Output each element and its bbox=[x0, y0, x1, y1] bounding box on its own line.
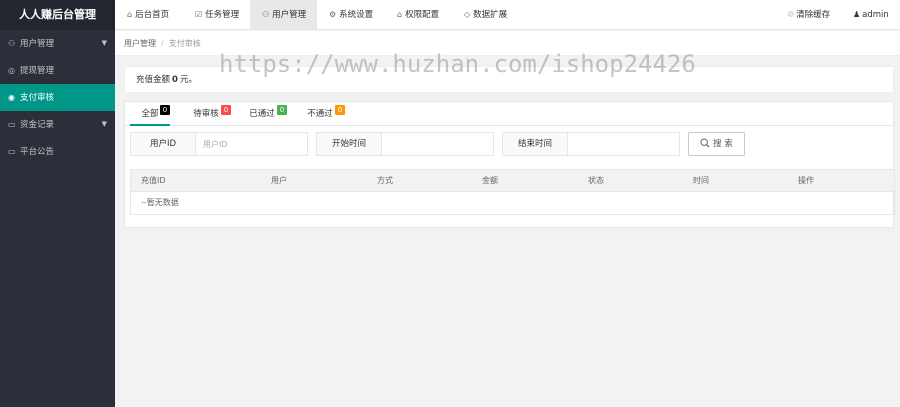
nav-tab-label: 后台首页 bbox=[135, 10, 170, 20]
nav-tab-1[interactable]: ☑ 任务管理 bbox=[183, 0, 250, 30]
clear-cache-button[interactable]: ♲ 清除缓存 bbox=[787, 0, 830, 30]
end-time-field: 结束时间 bbox=[502, 132, 680, 156]
sidebar-item-4[interactable]: ▭ 平台公告 bbox=[0, 138, 115, 165]
status-tab-1[interactable]: 待审核 0 bbox=[181, 102, 231, 126]
count-badge: 0 bbox=[221, 105, 231, 115]
sidebar-item-label: 提现管理 bbox=[20, 66, 55, 76]
nav-tab-label: 用户管理 bbox=[272, 10, 307, 20]
sidebar-item-0[interactable]: ⚇ 用户管理 ▼ bbox=[0, 30, 115, 57]
gear-icon: ⚙ bbox=[329, 10, 337, 19]
user-icon: ♟ bbox=[853, 10, 861, 19]
breadcrumb-separator: / bbox=[161, 39, 164, 48]
start-time-label: 开始时间 bbox=[317, 133, 382, 155]
status-tab-label: 不通过 bbox=[307, 109, 333, 119]
search-label: 搜 索 bbox=[713, 139, 733, 149]
column-header: 状态 bbox=[588, 176, 604, 185]
start-time-field: 开始时间 bbox=[316, 132, 494, 156]
top-nav: ⌂ 后台首页 ☑ 任务管理 ⚇ 用户管理 ⚙ 系统设置 ⌂ 权限配置 ◇ 数据扩展 ♲ 清除缓存 ♟ ad… bbox=[115, 0, 900, 30]
sidebar-item-label: 支付审核 bbox=[20, 93, 55, 103]
user-id-label: 用户ID bbox=[131, 133, 196, 155]
announcement-icon: ▭ bbox=[8, 147, 16, 156]
username: admin bbox=[862, 10, 889, 20]
payment-table: 充值ID 用户 方式 金额 状态 时间 操作 --暂无数据 bbox=[130, 169, 895, 215]
status-tabbar: 全部 0 待审核 0 已通过 0 不通过 0 bbox=[125, 102, 893, 126]
user-id-field: 用户ID bbox=[130, 132, 308, 156]
empty-state: --暂无数据 bbox=[141, 198, 179, 207]
funds-icon: ▭ bbox=[8, 120, 16, 129]
column-header: 操作 bbox=[798, 176, 814, 185]
recharge-summary: 充值金额 0 元。 bbox=[124, 66, 894, 93]
nav-tab-3[interactable]: ⚙ 系统设置 bbox=[317, 0, 385, 30]
column-header: 金额 bbox=[482, 176, 498, 185]
search-button[interactable]: 搜 索 bbox=[688, 132, 745, 156]
user-id-input[interactable] bbox=[197, 133, 307, 155]
nav-tab-4[interactable]: ⌂ 权限配置 bbox=[385, 0, 452, 30]
nav-tab-5[interactable]: ◇ 数据扩展 bbox=[452, 0, 520, 30]
lock-icon: ⌂ bbox=[397, 10, 403, 19]
sidebar-item-2[interactable]: ◉ 支付审核 bbox=[0, 84, 115, 111]
count-badge: 0 bbox=[277, 105, 287, 115]
diamond-icon: ◇ bbox=[464, 10, 471, 19]
status-tab-label: 待审核 bbox=[193, 109, 219, 119]
table-header: 充值ID 用户 方式 金额 状态 时间 操作 bbox=[130, 169, 895, 192]
sidebar-menu: ⚇ 用户管理 ▼ ◎ 提现管理 ◉ 支付审核 ▭ 资金记录 ▼ ▭ 平台公告 bbox=[0, 30, 115, 165]
sidebar-item-3[interactable]: ▭ 资金记录 ▼ bbox=[0, 111, 115, 138]
column-header: 时间 bbox=[693, 176, 709, 185]
breadcrumb-current: 支付审核 bbox=[168, 39, 201, 48]
summary-amount: 0 bbox=[172, 75, 178, 85]
table-body: --暂无数据 bbox=[130, 192, 895, 215]
sidebar-item-1[interactable]: ◎ 提现管理 bbox=[0, 57, 115, 84]
status-tab-3[interactable]: 不通过 0 bbox=[294, 102, 346, 126]
summary-suffix: 元。 bbox=[179, 75, 197, 85]
sidebar-item-label: 用户管理 bbox=[20, 39, 55, 49]
caret-down-icon: ▼ bbox=[101, 120, 107, 128]
count-badge: 0 bbox=[160, 105, 170, 115]
clear-cache-label: 清除缓存 bbox=[796, 10, 831, 20]
search-icon bbox=[700, 138, 710, 148]
sidebar: 人人赚后台管理 ⚇ 用户管理 ▼ ◎ 提现管理 ◉ 支付审核 ▭ 资金记录 ▼ ▭ 平台公告 bbox=[0, 0, 115, 407]
user-icon: ⚇ bbox=[262, 10, 270, 19]
status-tab-2[interactable]: 已通过 0 bbox=[237, 102, 287, 126]
withdraw-icon: ◎ bbox=[8, 66, 15, 75]
end-time-input[interactable] bbox=[569, 133, 679, 155]
payment-review-card: 全部0待审核0已通过0不通过0 用户ID 开始时间 结束时间 搜 索 充值ID用… bbox=[124, 101, 895, 228]
status-tab-label: 已通过 bbox=[249, 109, 275, 119]
end-time-label: 结束时间 bbox=[503, 133, 568, 155]
column-header: 方式 bbox=[377, 176, 393, 185]
payment-icon: ◉ bbox=[8, 93, 15, 102]
caret-down-icon: ▼ bbox=[101, 39, 107, 47]
column-header: 用户 bbox=[271, 176, 287, 185]
sidebar-item-label: 平台公告 bbox=[20, 147, 55, 157]
column-header: 充值ID bbox=[141, 176, 166, 185]
app-logo: 人人赚后台管理 bbox=[0, 0, 115, 30]
nav-tab-label: 任务管理 bbox=[205, 10, 240, 20]
breadcrumb-parent[interactable]: 用户管理 bbox=[124, 39, 156, 48]
nav-tab-2[interactable]: ⚇ 用户管理 bbox=[250, 0, 317, 30]
user-menu[interactable]: ♟ admin bbox=[853, 0, 889, 30]
summary-prefix: 充值金额 bbox=[136, 75, 171, 85]
count-badge: 0 bbox=[335, 105, 345, 115]
nav-tab-label: 权限配置 bbox=[405, 10, 440, 20]
task-icon: ☑ bbox=[195, 10, 203, 19]
nav-tab-label: 系统设置 bbox=[339, 10, 374, 20]
status-tab-0[interactable]: 全部 0 bbox=[130, 102, 170, 126]
recycle-icon: ♲ bbox=[787, 10, 795, 19]
nav-tab-0[interactable]: ⌂ 后台首页 bbox=[115, 0, 183, 30]
breadcrumb: 用户管理 / 支付审核 bbox=[115, 31, 900, 56]
nav-tab-label: 数据扩展 bbox=[473, 10, 508, 20]
home-icon: ⌂ bbox=[127, 10, 133, 19]
start-time-input[interactable] bbox=[383, 133, 493, 155]
sidebar-item-label: 资金记录 bbox=[20, 120, 55, 130]
user-icon: ⚇ bbox=[8, 39, 16, 48]
